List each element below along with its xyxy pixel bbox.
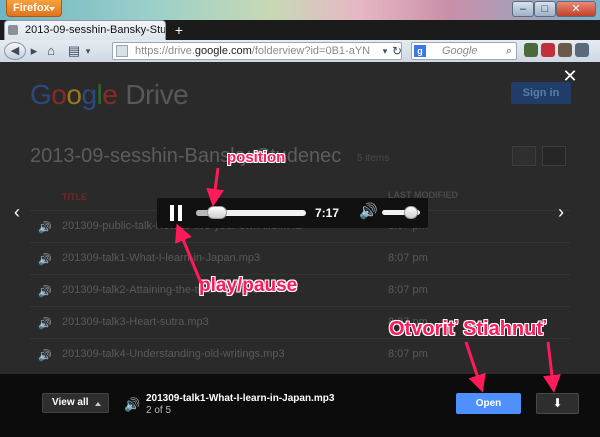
back-button[interactable]: ◀ [4, 42, 26, 60]
chevron-down-icon [49, 7, 55, 11]
annotation-play-pause: play/pause [199, 275, 298, 296]
annotation-position: position [227, 149, 286, 166]
folder-title: 2013-09-sesshin-Bansky-Studenec [30, 145, 342, 167]
tab-title: 2013-09-sesshin-Bansky-Studenec [25, 24, 166, 36]
volume-icon[interactable]: 🔊 [359, 204, 378, 220]
addon-icon[interactable] [575, 43, 589, 57]
window-titlebar [0, 0, 600, 20]
file-name: 201309-talk4-Understanding-old-writings.… [62, 348, 285, 360]
google-drive-logo: Google Drive [30, 79, 189, 110]
column-header-title[interactable]: TITLE [62, 192, 87, 202]
search-input[interactable]: Google [411, 42, 517, 60]
pause-icon[interactable] [167, 205, 185, 221]
file-name: 201309-talk1-What-I-learn-in-Japan.mp3 [62, 252, 261, 264]
reload-icon[interactable]: ↻ [392, 43, 402, 59]
file-name: 201309-talk3-Heart-sutra.mp3 [62, 316, 209, 328]
url-dropdown-icon[interactable]: ▾ [380, 43, 390, 59]
home-icon[interactable]: ⌂ [44, 43, 58, 59]
audio-file-icon: 🔊 [124, 397, 141, 412]
tab-favicon-icon [8, 25, 18, 35]
next-file-icon[interactable]: › [558, 203, 572, 221]
view-all-label: View all [52, 397, 89, 408]
url-bar[interactable]: https://drive.google.com/folderview?id=0… [112, 42, 402, 60]
file-modified: 8:07 pm [388, 252, 428, 264]
file-row[interactable]: 🔊 201309-talk1-What-I-learn-in-Japan.mp3… [30, 242, 570, 275]
bookmarks-icon[interactable]: ▤ [66, 43, 82, 59]
audio-file-icon: 🔊 [38, 350, 52, 362]
items-count: 5 items [357, 153, 390, 164]
audio-file-icon: 🔊 [38, 222, 52, 234]
firefox-menu-label: Firefox [13, 2, 50, 14]
browser-tab[interactable]: 2013-09-sesshin-Bansky-Studenec [4, 20, 166, 40]
open-button[interactable]: Open [456, 393, 521, 414]
audio-file-icon: 🔊 [38, 286, 52, 298]
adblock-icon[interactable] [541, 43, 555, 57]
chevron-up-icon [95, 402, 101, 406]
search-icon[interactable]: ⌕ [504, 43, 514, 59]
annotation-open-download: Otvoriť Stiahnuť [389, 318, 546, 340]
file-row[interactable]: 🔊 201309-talk2-Attaining-the-true-self.m… [30, 274, 570, 307]
search-placeholder: Google [442, 45, 478, 57]
file-row[interactable]: 🔊 201309-talk4-Understanding-old-writing… [30, 338, 570, 371]
firefox-menu-button[interactable]: Firefox [6, 0, 62, 17]
close-icon[interactable]: ✕ [562, 67, 578, 85]
search-engine-icon[interactable]: g [414, 45, 426, 57]
now-playing-position: 2 of 5 [146, 405, 172, 416]
maximize-button[interactable]: □ [534, 1, 556, 17]
url-host: google.com [194, 45, 252, 57]
previous-file-icon[interactable]: ‹ [14, 203, 28, 221]
download-button[interactable]: ⬇ [536, 393, 579, 414]
volume-handle[interactable] [403, 206, 418, 219]
grid-view-icon[interactable] [542, 146, 566, 166]
file-modified: 8:07 pm [388, 284, 428, 296]
window-close-button[interactable]: ✕ [556, 1, 596, 17]
playback-time: 7:17 [315, 206, 340, 220]
download-icon: ⬇ [552, 396, 563, 410]
audio-file-icon: 🔊 [38, 318, 52, 330]
forward-icon[interactable]: ▸ [28, 43, 40, 59]
url-path: /folderview?id=0B1-aYN [251, 45, 371, 57]
minimize-button[interactable]: – [512, 1, 534, 17]
addon-icon[interactable] [558, 43, 572, 57]
new-tab-button[interactable]: + [170, 23, 188, 38]
site-identity-icon[interactable] [116, 45, 128, 57]
seek-handle[interactable] [207, 206, 227, 219]
list-view-icon[interactable] [512, 146, 536, 166]
url-prefix: https://drive. [135, 45, 195, 57]
audio-file-icon: 🔊 [38, 254, 52, 266]
addon-icon[interactable] [524, 43, 538, 57]
chevron-down-icon[interactable]: ▾ [84, 43, 92, 59]
file-modified: 8:07 pm [388, 348, 428, 360]
now-playing-title: 201309-talk1-What-I-learn-in-Japan.mp3 [146, 393, 335, 404]
